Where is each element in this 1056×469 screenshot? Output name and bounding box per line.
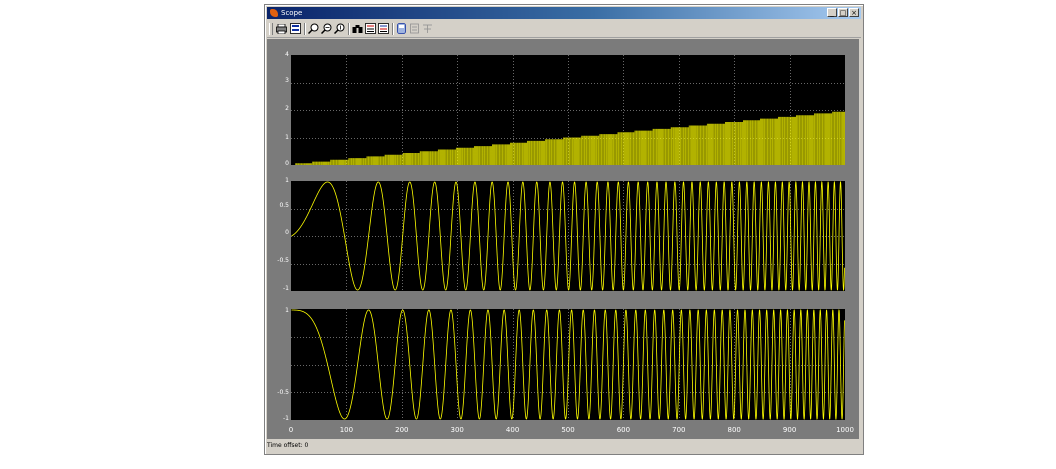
x-tick-label: 300 xyxy=(450,426,464,434)
scope-display: 4 3 2 1 0 1 0.5 0 -0.5 -1 1 -0.5 -1 0 100… xyxy=(267,39,859,439)
y-tick-label: 1 xyxy=(285,177,289,184)
zoom-x-icon[interactable] xyxy=(320,22,333,35)
zoom-icon[interactable] xyxy=(307,22,320,35)
restore-axes-icon[interactable] xyxy=(377,22,390,35)
floating-scope-icon[interactable] xyxy=(395,22,408,35)
parameters-icon[interactable] xyxy=(289,22,302,35)
y-tick-label: -0.5 xyxy=(277,257,289,264)
signal-selection-icon xyxy=(421,22,434,35)
maximize-button[interactable]: □ xyxy=(838,8,848,17)
x-tick-label: 500 xyxy=(561,426,575,434)
window-title: Scope xyxy=(281,9,303,17)
trace-chirp-cosine xyxy=(291,309,845,420)
scope-plot xyxy=(291,309,845,420)
zoom-y-icon[interactable] xyxy=(333,22,346,35)
y-tick-label: 0 xyxy=(285,160,289,167)
y-tick-label: -0.5 xyxy=(277,389,289,396)
y-tick-label: 1 xyxy=(285,307,289,314)
x-tick-label: 400 xyxy=(505,426,520,434)
trace-chirp-sine xyxy=(291,181,845,291)
scope-window: Scope _ □ × 4 3 2 1 0 1 0.5 0 -0.5 -1 1 … xyxy=(264,4,864,455)
scope-plot xyxy=(291,55,845,165)
binoculars-icon[interactable] xyxy=(351,22,364,35)
axes-panel-1[interactable] xyxy=(291,55,845,165)
y-tick-label: 2 xyxy=(285,105,289,112)
y-tick-label: 4 xyxy=(285,51,289,58)
y-tick-label: 1 xyxy=(285,134,289,141)
x-tick-label: 900 xyxy=(782,426,797,434)
status-bar: Time offset: 0 xyxy=(267,442,309,449)
x-tick-label: 1000 xyxy=(836,426,854,434)
toolbar xyxy=(267,21,861,38)
y-tick-label: -1 xyxy=(283,285,289,292)
x-tick-label: 700 xyxy=(672,426,686,434)
axes-panel-3[interactable] xyxy=(291,309,845,420)
minimize-button[interactable]: _ xyxy=(827,8,837,17)
scope-plot xyxy=(291,181,845,291)
save-axes-icon[interactable] xyxy=(364,22,377,35)
x-tick-label: 0 xyxy=(288,426,294,434)
x-tick-label: 200 xyxy=(395,426,409,434)
toolbar-grip xyxy=(269,23,273,35)
matlab-logo-icon xyxy=(270,9,278,17)
title-bar[interactable]: Scope _ □ × xyxy=(267,7,861,19)
x-tick-label: 100 xyxy=(339,426,354,434)
lock-axes-icon xyxy=(408,22,421,35)
axes-panel-2[interactable] xyxy=(291,181,845,291)
close-button[interactable]: × xyxy=(849,8,859,17)
y-tick-label: 3 xyxy=(285,77,289,84)
printer-icon[interactable] xyxy=(275,22,288,35)
x-tick-label: 800 xyxy=(727,426,741,434)
trace-staircase xyxy=(295,111,845,165)
x-tick-label: 600 xyxy=(616,426,631,434)
y-tick-label: -1 xyxy=(283,415,289,422)
y-tick-label: 0 xyxy=(285,229,289,236)
y-tick-label: 0.5 xyxy=(279,202,289,209)
